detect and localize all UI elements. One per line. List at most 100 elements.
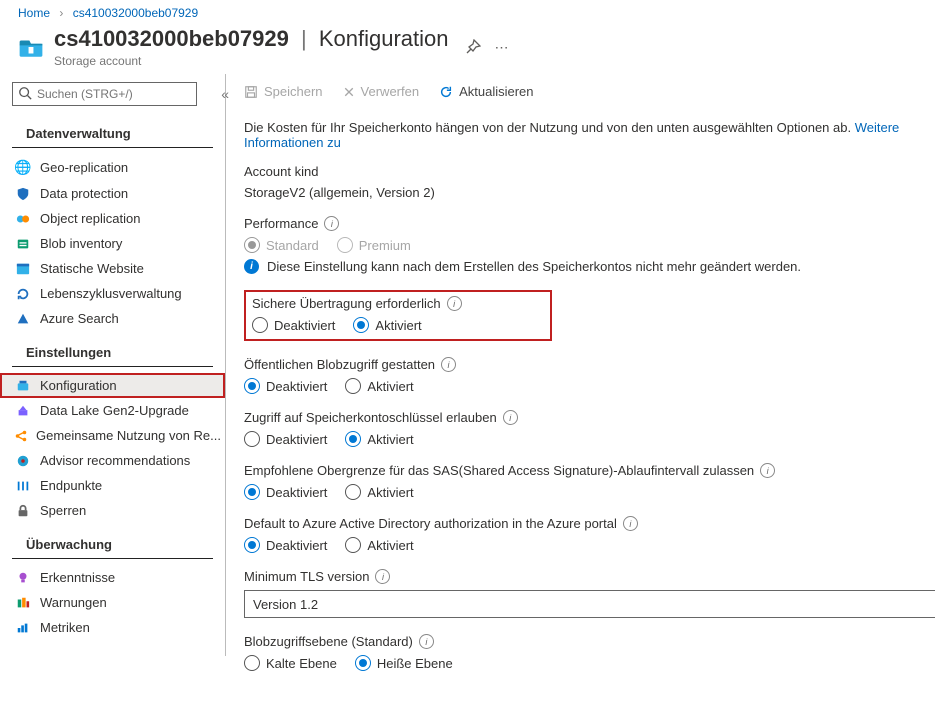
sidebar-item-label: Endpunkte (40, 478, 102, 493)
radio-label: Deaktiviert (266, 379, 327, 394)
sidebar-item-locks[interactable]: Sperren (0, 498, 225, 523)
radio-label: Deaktiviert (274, 318, 335, 333)
radio-aad-off[interactable]: Deaktiviert (244, 537, 327, 553)
intro-text: Die Kosten für Ihr Speicherkonto hängen … (244, 120, 935, 150)
sidebar-item-data-protection[interactable]: Data protection (0, 181, 225, 206)
sidebar-item-label: Sperren (40, 503, 86, 518)
more-icon[interactable]: ⋯ (495, 39, 509, 56)
intro-text-body: Die Kosten für Ihr Speicherkonto hängen … (244, 120, 851, 135)
sidebar-item-blob-inventory[interactable]: Blob inventory (0, 231, 225, 256)
pin-icon[interactable] (465, 39, 481, 55)
info-icon[interactable]: i (324, 216, 339, 231)
search-input[interactable] (12, 82, 197, 106)
aad-default-label: Default to Azure Active Directory author… (244, 516, 617, 531)
sidebar-item-label: Geo-replication (40, 160, 128, 175)
tls-section: Minimum TLS version i Version 1.2 (244, 569, 935, 618)
sidebar-item-azure-search[interactable]: Azure Search (0, 306, 225, 331)
public-blob-section: Öffentlichen Blobzugriff gestatteni Deak… (244, 357, 935, 394)
breadcrumb-resource[interactable]: cs410032000beb07929 (73, 6, 198, 20)
radio-label: Deaktiviert (266, 432, 327, 447)
refresh-button[interactable]: Aktualisieren (439, 84, 533, 99)
group-data-management: Datenverwaltung (12, 112, 213, 148)
azure-search-icon (14, 312, 32, 326)
breadcrumb-home[interactable]: Home (18, 6, 50, 20)
aad-default-section: Default to Azure Active Directory author… (244, 516, 935, 553)
access-tier-section: Blobzugriffsebene (Standard) i Kalte Eben… (244, 634, 935, 671)
radio-label: Aktiviert (367, 485, 413, 500)
info-icon[interactable]: i (447, 296, 462, 311)
sidebar-item-lifecycle[interactable]: Lebenszyklusverwaltung (0, 281, 225, 306)
title-page-name: Konfiguration (319, 26, 449, 51)
breadcrumb: Home › cs410032000beb07929 (0, 0, 935, 22)
info-icon[interactable]: i (760, 463, 775, 478)
sidebar-item-insights[interactable]: Erkenntnisse (0, 565, 225, 590)
sidebar-item-endpoints[interactable]: Endpunkte (0, 473, 225, 498)
radio-tier-cool[interactable]: Kalte Ebene (244, 655, 337, 671)
radio-sas-limit-off[interactable]: Deaktiviert (244, 484, 327, 500)
save-icon (244, 85, 258, 99)
tool-label: Speichern (264, 84, 323, 99)
page-header: cs410032000beb07929 | Konfiguration Stor… (0, 22, 935, 74)
content-panel: Speichern Verwerfen Aktualisieren Die Ko… (226, 74, 935, 707)
radio-public-blob-off[interactable]: Deaktiviert (244, 378, 327, 394)
sidebar-item-static-website[interactable]: Statische Website (0, 256, 225, 281)
secure-transfer-label: Sichere Übertragung erforderlich (252, 296, 441, 311)
sidebar: « Datenverwaltung 🌐 Geo-replication Data … (0, 74, 226, 656)
collapse-sidebar-icon[interactable]: « (221, 86, 229, 102)
account-kind-value: StorageV2 (allgemein, Version 2) (244, 185, 935, 200)
sidebar-item-alerts[interactable]: Warnungen (0, 590, 225, 615)
discard-button[interactable]: Verwerfen (343, 84, 420, 99)
upgrade-icon (14, 404, 32, 418)
note-text: Diese Einstellung kann nach dem Erstelle… (267, 259, 801, 274)
sidebar-item-label: Data Lake Gen2-Upgrade (40, 403, 189, 418)
radio-label: Deaktiviert (266, 485, 327, 500)
info-icon[interactable]: i (419, 634, 434, 649)
radio-performance-premium: Premium (337, 237, 411, 253)
sas-limit-label: Empfohlene Obergrenze für das SAS(Shared… (244, 463, 754, 478)
radio-label: Kalte Ebene (266, 656, 337, 671)
replication-icon (14, 212, 32, 226)
sidebar-item-geo-replication[interactable]: 🌐 Geo-replication (0, 154, 225, 181)
sidebar-item-metrics[interactable]: Metriken (0, 615, 225, 640)
sas-limit-section: Empfohlene Obergrenze für das SAS(Shared… (244, 463, 935, 500)
radio-performance-standard: Standard (244, 237, 319, 253)
storage-account-icon (18, 34, 44, 60)
radio-key-access-off[interactable]: Deaktiviert (244, 431, 327, 447)
page-title: cs410032000beb07929 | Konfiguration (54, 26, 449, 52)
radio-secure-transfer-off[interactable]: Deaktiviert (252, 317, 335, 333)
key-access-label: Zugriff auf Speicherkontoschlüssel erlau… (244, 410, 497, 425)
radio-public-blob-on[interactable]: Aktiviert (345, 378, 413, 394)
info-icon[interactable]: i (503, 410, 518, 425)
toolbar: Speichern Verwerfen Aktualisieren (244, 82, 935, 110)
sidebar-item-gen2-upgrade[interactable]: Data Lake Gen2-Upgrade (0, 398, 225, 423)
tls-label: Minimum TLS version (244, 569, 369, 584)
account-kind-label: Account kind (244, 164, 935, 179)
inventory-icon (14, 237, 32, 251)
sidebar-item-configuration[interactable]: Konfiguration (0, 373, 225, 398)
info-icon[interactable]: i (375, 569, 390, 584)
globe-icon: 🌐 (14, 159, 32, 176)
info-icon[interactable]: i (441, 357, 456, 372)
lock-icon (14, 504, 32, 518)
performance-note: iDiese Einstellung kann nach dem Erstell… (244, 259, 935, 274)
tls-select[interactable]: Version 1.2 (244, 590, 935, 618)
key-access-section: Zugriff auf Speicherkontoschlüssel erlau… (244, 410, 935, 447)
radio-tier-hot[interactable]: Heiße Ebene (355, 655, 453, 671)
shield-icon (14, 187, 32, 201)
tool-label: Aktualisieren (459, 84, 533, 99)
radio-sas-limit-on[interactable]: Aktiviert (345, 484, 413, 500)
info-icon[interactable]: i (623, 516, 638, 531)
access-tier-label: Blobzugriffsebene (Standard) (244, 634, 413, 649)
sidebar-item-resource-sharing[interactable]: Gemeinsame Nutzung von Re... (0, 423, 225, 448)
sidebar-item-advisor[interactable]: Advisor recommendations (0, 448, 225, 473)
insights-icon (14, 571, 32, 585)
radio-secure-transfer-on[interactable]: Aktiviert (353, 317, 421, 333)
radio-label: Aktiviert (367, 538, 413, 553)
search-icon (18, 86, 32, 100)
sidebar-item-label: Data protection (40, 186, 128, 201)
sidebar-item-label: Metriken (40, 620, 90, 635)
radio-key-access-on[interactable]: Aktiviert (345, 431, 413, 447)
radio-aad-on[interactable]: Aktiviert (345, 537, 413, 553)
save-button[interactable]: Speichern (244, 84, 323, 99)
sidebar-item-object-replication[interactable]: Object replication (0, 206, 225, 231)
